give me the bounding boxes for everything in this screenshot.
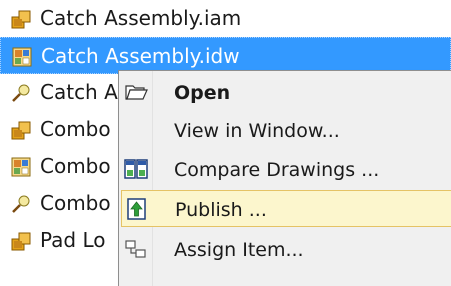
list-item[interactable]: Catch Assembly.iam bbox=[0, 0, 451, 37]
file-name: Pad Lo bbox=[40, 228, 106, 252]
assembly-icon bbox=[11, 232, 31, 251]
menu-item-publish[interactable]: Publish ... bbox=[121, 190, 451, 227]
presentation-icon bbox=[12, 84, 30, 102]
file-name: Combo bbox=[40, 117, 111, 141]
drawing-icon bbox=[12, 47, 32, 67]
file-name: Catch A bbox=[40, 80, 118, 104]
context-menu: Open View in Window... Compare Drawings … bbox=[118, 70, 451, 286]
menu-item-view-in-window[interactable]: View in Window... bbox=[121, 112, 451, 149]
menu-item-label: Assign Item... bbox=[174, 239, 304, 261]
menu-item-label: Publish ... bbox=[175, 199, 267, 221]
file-name: Combo bbox=[40, 191, 111, 215]
open-folder-icon bbox=[125, 85, 148, 100]
presentation-icon bbox=[12, 195, 30, 213]
menu-item-label: Open bbox=[174, 82, 231, 104]
file-name: Combo bbox=[40, 154, 111, 178]
file-name: Catch Assembly.idw bbox=[41, 44, 240, 68]
menu-item-label: View in Window... bbox=[174, 120, 340, 142]
menu-item-label: Compare Drawings ... bbox=[174, 159, 380, 181]
assembly-icon bbox=[11, 121, 31, 140]
assembly-icon bbox=[11, 10, 31, 29]
drawing-icon bbox=[11, 157, 31, 177]
menu-item-open[interactable]: Open bbox=[121, 74, 451, 111]
assign-item-icon bbox=[125, 240, 146, 258]
publish-icon bbox=[127, 198, 146, 220]
menu-item-compare-drawings[interactable]: Compare Drawings ... bbox=[121, 151, 451, 188]
compare-drawings-icon bbox=[124, 159, 148, 179]
list-item[interactable]: Catch Assembly.idw bbox=[0, 37, 451, 74]
menu-item-assign-item[interactable]: Assign Item... bbox=[121, 231, 451, 268]
file-name: Catch Assembly.iam bbox=[40, 6, 242, 30]
